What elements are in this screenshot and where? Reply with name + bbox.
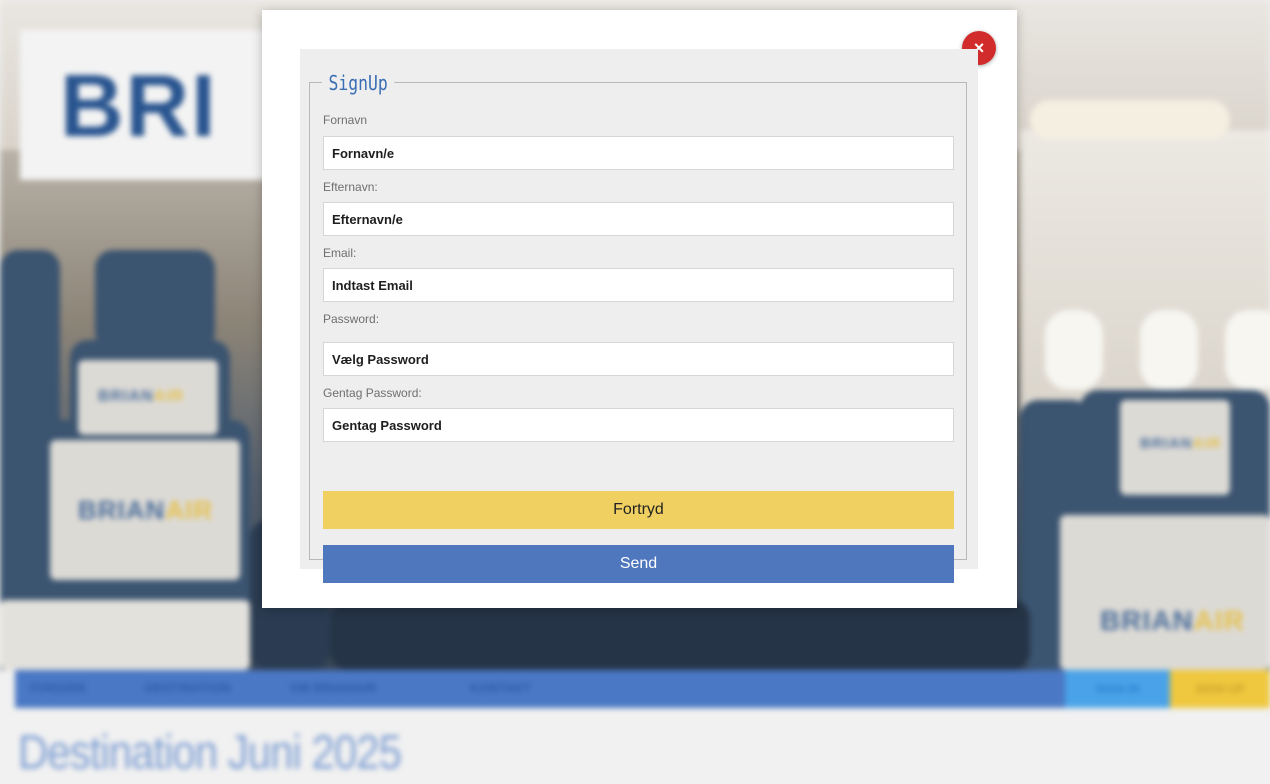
seat-headrest: BRIANAIR <box>78 360 218 435</box>
seat-headrest: BRIANAIR <box>1060 515 1270 670</box>
password-label: Password: <box>323 312 380 326</box>
seat <box>330 600 1030 670</box>
last-name-input[interactable] <box>323 202 954 236</box>
form-legend: SignUp <box>322 67 395 99</box>
ceiling-light <box>1030 100 1230 140</box>
repeat-password-label: Gentag Password: <box>323 386 422 400</box>
nav-item-om-brianair[interactable]: OM BRIANAIR <box>290 681 377 695</box>
password-input[interactable] <box>323 342 954 376</box>
last-name-label: Efternavn: <box>323 180 378 194</box>
nav-item-forside[interactable]: FORSIDE <box>30 681 87 695</box>
seat-headrest: BRIANAIR <box>50 440 240 580</box>
send-button[interactable]: Send <box>323 545 954 583</box>
nav-sign-up-button[interactable]: SIGN UP <box>1170 670 1270 708</box>
seat-brand-text: BRIANAIR <box>1100 605 1245 636</box>
page: BRIANAIR BRIANAIR BRIANAIR BRIANAIR BRI … <box>0 0 1270 784</box>
cancel-button[interactable]: Fortryd <box>323 491 954 529</box>
first-name-input[interactable] <box>323 136 954 170</box>
seat-brand-text: BRIANAIR <box>98 388 185 405</box>
seat <box>95 250 215 350</box>
signup-fieldset: SignUp Fornavn Efternavn: Email: Passwor… <box>309 67 967 583</box>
email-input[interactable] <box>323 268 954 302</box>
seat-headrest <box>0 600 250 670</box>
repeat-password-input[interactable] <box>323 408 954 442</box>
page-heading: Destination Juni 2025 <box>18 725 402 780</box>
cabin-window <box>1045 310 1103 390</box>
signup-form-panel: SignUp Fornavn Efternavn: Email: Passwor… <box>300 49 978 583</box>
seat-headrest: BRIANAIR <box>1120 400 1230 495</box>
nav-sign-in-button[interactable]: SIGN IN <box>1065 670 1170 708</box>
banner-logo-text: BRI <box>60 56 218 155</box>
cabin-window <box>1140 310 1198 390</box>
seat-brand-text: BRIANAIR <box>78 495 214 525</box>
first-name-label: Fornavn <box>323 113 368 127</box>
signup-modal: × SignUp Fornavn Efternavn: Email: Passw… <box>262 10 1017 608</box>
nav-item-kontakt[interactable]: KONTAKT <box>470 681 531 695</box>
nav-item-destination[interactable]: DESTINATION <box>145 681 231 695</box>
seat-brand-text: BRIANAIR <box>1140 435 1222 452</box>
navbar: FORSIDE DESTINATION OM BRIANAIR KONTAKT … <box>15 670 1270 708</box>
email-label: Email: <box>323 246 357 260</box>
cabin-window <box>1225 310 1270 390</box>
